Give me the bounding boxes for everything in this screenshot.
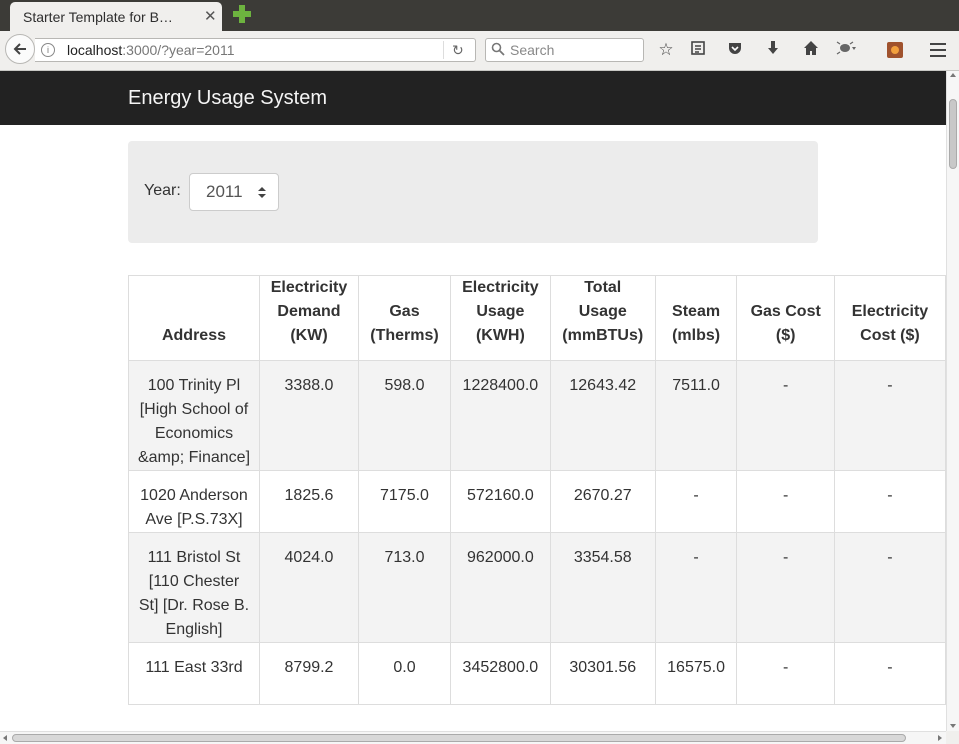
page-viewport: Energy Usage System Year: 2011 Address E… — [0, 71, 946, 731]
energy-table: Address Electricity Demand (KW) Gas (The… — [128, 275, 946, 705]
horizontal-scroll-thumb[interactable] — [12, 734, 906, 742]
cell-gas-cost: - — [736, 532, 835, 643]
tab-title: Starter Template for B… — [23, 9, 173, 25]
filter-panel: Year: 2011 — [128, 141, 818, 243]
table-row: 111 East 33rd 8799.2 0.0 3452800.0 30301… — [128, 642, 946, 705]
bookmark-star-icon[interactable]: ☆ — [656, 40, 676, 60]
url-text[interactable]: localhost:3000/?year=2011 — [67, 42, 235, 58]
cell-steam: - — [654, 532, 738, 643]
table-row: 1020 Anderson Ave [P.S.73X] 1825.6 7175.… — [128, 470, 946, 533]
scroll-up-arrow-icon[interactable] — [950, 73, 956, 77]
cell-gas: 598.0 — [358, 360, 451, 471]
cell-electricity-cost: - — [833, 470, 946, 533]
pocket-icon[interactable] — [725, 40, 745, 60]
cell-steam: - — [654, 470, 738, 533]
cell-electricity-usage: 3452800.0 — [449, 642, 551, 705]
cell-address: 111 Bristol St [110 Chester St] [Dr. Ros… — [128, 532, 260, 643]
cell-gas-cost: - — [736, 642, 835, 705]
browser-toolbar: i localhost:3000/?year=2011 ↻ Search ☆ — [0, 31, 959, 71]
header-steam[interactable]: Steam (mlbs) — [654, 275, 738, 361]
select-arrows-icon — [258, 187, 266, 199]
table-header-row: Address Electricity Demand (KW) Gas (The… — [128, 275, 946, 361]
info-icon[interactable]: i — [41, 43, 55, 57]
cell-electricity-cost: - — [833, 532, 946, 643]
extension-sun-icon[interactable] — [887, 42, 903, 58]
cell-steam: 7511.0 — [654, 360, 738, 471]
extension-bug-icon[interactable] — [836, 40, 856, 60]
back-button[interactable] — [5, 34, 35, 64]
horizontal-scrollbar[interactable] — [0, 731, 946, 744]
downloads-icon[interactable] — [763, 40, 783, 60]
header-gas-cost[interactable]: Gas Cost ($) — [736, 275, 835, 361]
cell-address: 100 Trinity Pl [High School of Economics… — [128, 360, 260, 471]
year-label: Year: — [144, 182, 181, 199]
home-icon[interactable] — [801, 40, 821, 60]
browser-tab[interactable]: Starter Template for B… ✕ — [10, 2, 222, 31]
address-bar[interactable]: i localhost:3000/?year=2011 ↻ — [35, 38, 476, 62]
year-select-value: 2011 — [206, 182, 243, 201]
search-bar[interactable]: Search — [485, 38, 644, 62]
browser-tab-strip: Starter Template for B… ✕ — [0, 0, 959, 31]
search-icon — [491, 42, 505, 56]
cell-electricity-usage: 1228400.0 — [449, 360, 551, 471]
header-electricity-demand[interactable]: Electricity Demand (KW) — [258, 275, 360, 361]
scrollbar-corner — [946, 731, 959, 744]
url-host: localhost — [67, 42, 123, 58]
new-tab-plus-icon[interactable] — [232, 4, 252, 24]
reload-icon[interactable]: ↻ — [452, 42, 464, 59]
cell-electricity-cost: - — [833, 642, 946, 705]
cell-address: 1020 Anderson Ave [P.S.73X] — [128, 470, 260, 533]
cell-steam: 16575.0 — [654, 642, 738, 705]
header-electricity-usage[interactable]: Electricity Usage (KWH) — [449, 275, 551, 361]
scroll-right-arrow-icon[interactable] — [938, 735, 942, 741]
reading-list-icon[interactable] — [688, 40, 708, 60]
cell-electricity-demand: 3388.0 — [258, 360, 360, 471]
cell-gas: 7175.0 — [358, 470, 451, 533]
scroll-down-arrow-icon[interactable] — [950, 724, 956, 728]
header-total-usage[interactable]: Total Usage (mmBTUs) — [549, 275, 656, 361]
cell-total-usage: 12643.42 — [549, 360, 656, 471]
cell-electricity-cost: - — [833, 360, 946, 471]
search-placeholder: Search — [510, 42, 555, 58]
cell-electricity-usage: 572160.0 — [449, 470, 551, 533]
cell-electricity-demand: 1825.6 — [258, 470, 360, 533]
tab-close-icon[interactable]: ✕ — [204, 7, 217, 25]
year-select[interactable]: 2011 — [189, 173, 279, 211]
cell-electricity-demand: 4024.0 — [258, 532, 360, 643]
header-address[interactable]: Address — [128, 275, 260, 361]
cell-gas-cost: - — [736, 470, 835, 533]
back-arrow-icon — [13, 43, 26, 55]
cell-address: 111 East 33rd — [128, 642, 260, 705]
hamburger-menu-icon[interactable] — [930, 43, 946, 61]
cell-gas-cost: - — [736, 360, 835, 471]
cell-gas: 713.0 — [358, 532, 451, 643]
cell-total-usage: 2670.27 — [549, 470, 656, 533]
cell-total-usage: 30301.56 — [549, 642, 656, 705]
table-row: 111 Bristol St [110 Chester St] [Dr. Ros… — [128, 532, 946, 643]
cell-total-usage: 3354.58 — [549, 532, 656, 643]
header-gas[interactable]: Gas (Therms) — [358, 275, 451, 361]
scroll-left-arrow-icon[interactable] — [3, 735, 7, 741]
url-path: :3000/?year=2011 — [122, 42, 235, 58]
cell-electricity-usage: 962000.0 — [449, 532, 551, 643]
url-divider — [443, 41, 444, 59]
header-electricity-cost[interactable]: Electricity Cost ($) — [833, 275, 946, 361]
site-navbar: Energy Usage System — [0, 71, 946, 125]
cell-gas: 0.0 — [358, 642, 451, 705]
site-brand[interactable]: Energy Usage System — [128, 87, 327, 110]
vertical-scrollbar[interactable] — [946, 71, 959, 731]
vertical-scroll-thumb[interactable] — [949, 99, 957, 169]
cell-electricity-demand: 8799.2 — [258, 642, 360, 705]
table-row: 100 Trinity Pl [High School of Economics… — [128, 360, 946, 471]
